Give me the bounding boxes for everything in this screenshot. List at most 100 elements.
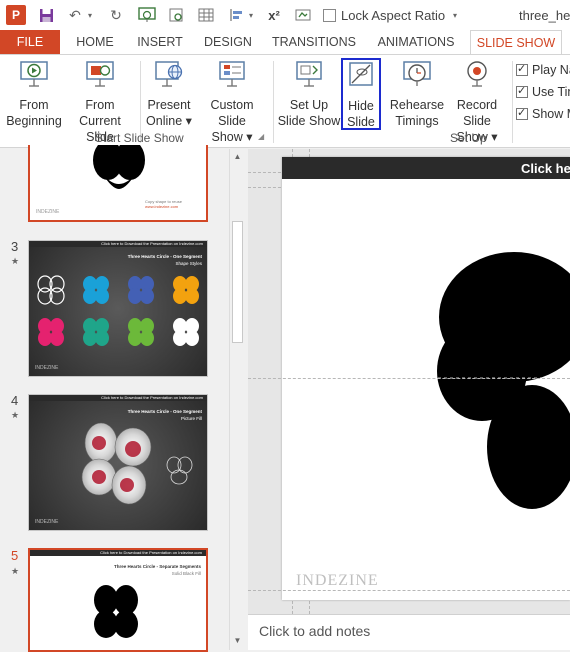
scroll-up-icon[interactable]: ▲ xyxy=(230,149,245,164)
checked-icon xyxy=(516,62,528,76)
clover-thumb-icon xyxy=(38,318,64,346)
slide-number: 4 xyxy=(11,393,19,408)
present-online-label-2: Online ▾ xyxy=(146,114,192,128)
rehearse-timings-label-2: Timings xyxy=(395,114,439,128)
set-up-slide-show-button[interactable]: Set Up Slide Show xyxy=(277,59,341,129)
set-up-label-1: Set Up xyxy=(289,98,329,112)
separator xyxy=(273,61,274,143)
clover-thumb-icon xyxy=(173,318,199,346)
save-icon[interactable] xyxy=(36,5,56,25)
custom-slide-show-label-1: Custom Slide xyxy=(210,98,254,128)
hide-slide-button[interactable]: Hide Slide xyxy=(341,58,381,130)
hide-slide-label-2: Slide xyxy=(347,115,375,129)
play-narrations-label: Play Na xyxy=(532,63,570,77)
from-current-label-1: From xyxy=(85,98,115,112)
svg-text:www.indezine.com: www.indezine.com xyxy=(145,204,179,209)
clover-shape-icon xyxy=(94,585,138,638)
align-dropdown-icon[interactable]: ▾ xyxy=(246,5,256,25)
open-icon[interactable] xyxy=(166,5,188,25)
clover-shape-icon: Copy shape to reuse www.indezine.com IND… xyxy=(36,145,183,215)
notes-pane[interactable]: Click to add notes xyxy=(248,614,570,650)
thumbnail-scrollbar[interactable]: ▲ ▼ xyxy=(229,149,244,650)
separator xyxy=(512,61,513,143)
present-online-icon xyxy=(155,61,183,87)
rehearse-timings-button[interactable]: Rehearse Timings xyxy=(389,59,445,129)
document-title: three_hea xyxy=(519,8,570,23)
superscript-icon[interactable]: x² xyxy=(264,5,284,25)
slide-thumbnail-5[interactable]: Click here to Download the Presentation … xyxy=(28,548,208,652)
from-beginning-label-1: From xyxy=(19,98,49,112)
clover-thumb-icon xyxy=(173,276,199,304)
from-beginning-icon xyxy=(20,61,48,87)
from-beginning-button[interactable]: From Beginning xyxy=(4,59,64,129)
play-narrations-checkbox[interactable]: Play Na xyxy=(516,62,570,77)
lock-aspect-ratio-checkbox[interactable] xyxy=(323,9,336,22)
undo-dropdown-icon[interactable]: ▾ xyxy=(84,5,96,25)
scrollbar-thumb[interactable] xyxy=(232,221,243,343)
tab-design[interactable]: DESIGN xyxy=(199,30,257,54)
clover-thumb-icon xyxy=(83,276,109,304)
slide-thumbnail-3[interactable]: Click here to Download the Presentation … xyxy=(28,240,208,377)
picture-fill-clover: INDEZINE xyxy=(35,422,193,525)
clover-thumb-icon xyxy=(128,276,154,304)
slide-thumbnail-pane: Copy shape to reuse www.indezine.com IND… xyxy=(0,145,245,652)
qat-customize-icon[interactable]: ▾ xyxy=(449,5,461,25)
slide-watermark: INDEZINE xyxy=(296,572,379,589)
animation-star-icon: ★ xyxy=(11,410,20,420)
svg-text:INDEZINE: INDEZINE xyxy=(35,519,59,525)
ribbon-tabs: FILE HOME INSERT DESIGN TRANSITIONS ANIM… xyxy=(0,30,570,54)
ribbon: From Beginning From Current Slide Presen… xyxy=(0,54,570,148)
tab-transitions[interactable]: TRANSITIONS xyxy=(270,30,358,54)
table-icon[interactable] xyxy=(196,5,216,25)
show-media-controls-checkbox[interactable]: Show M xyxy=(516,106,570,121)
powerpoint-logo-icon[interactable]: P xyxy=(6,5,26,25)
set-up-label-2: Slide Show xyxy=(277,114,341,128)
thumbnail-brand: INDEZINE xyxy=(35,365,59,371)
svg-text:INDEZINE: INDEZINE xyxy=(36,209,60,215)
slide-thumbnail-2[interactable]: Copy shape to reuse www.indezine.com IND… xyxy=(28,145,208,222)
clover-thumb-icon xyxy=(128,318,154,346)
group-label-set-up: Set Up xyxy=(450,131,487,145)
redo-icon[interactable]: ↻ xyxy=(107,5,125,25)
tab-slide-show[interactable]: SLIDE SHOW xyxy=(470,30,562,54)
present-online-button[interactable]: Present Online ▾ xyxy=(142,59,196,129)
title-bar: P ↶ ▾ ↻ ▾ x² Lock Aspect Ratio ▾ three_h… xyxy=(0,0,570,30)
tab-file[interactable]: FILE xyxy=(0,30,60,54)
slide-number: 5 xyxy=(11,548,19,563)
record-slide-show-label-1: Record Slide xyxy=(456,98,498,128)
scroll-down-icon[interactable]: ▼ xyxy=(230,633,245,648)
from-beginning-label-2: Beginning xyxy=(6,114,62,128)
clover-thumb-icon xyxy=(83,318,109,346)
notes-placeholder: Click to add notes xyxy=(259,623,371,639)
use-timings-checkbox[interactable]: Use Tin xyxy=(516,84,570,99)
from-current-slide-icon xyxy=(86,61,114,87)
guide-line xyxy=(248,590,570,591)
tab-insert[interactable]: INSERT xyxy=(130,30,190,54)
undo-icon[interactable]: ↶ xyxy=(66,5,84,25)
clover-thumb-icon xyxy=(37,275,65,305)
checked-icon xyxy=(516,106,528,120)
hide-slide-icon xyxy=(349,62,373,86)
clover-grid: INDEZINE xyxy=(35,275,199,371)
tab-home[interactable]: HOME xyxy=(68,30,122,54)
custom-slide-show-icon xyxy=(219,61,245,87)
show-media-controls-label: Show M xyxy=(532,107,570,121)
from-beginning-qat-icon[interactable] xyxy=(136,5,158,25)
checked-icon xyxy=(516,84,528,98)
group-label-start-slide-show: Start Slide Show xyxy=(95,131,184,145)
animation-star-icon: ★ xyxy=(11,256,20,266)
hide-slide-label-1: Hide xyxy=(348,99,374,113)
guide-line xyxy=(248,378,570,379)
slide-thumbnail-4[interactable]: Click here to Download the Presentation … xyxy=(28,394,208,531)
record-slide-show-icon xyxy=(467,61,487,87)
dialog-launcher-icon[interactable]: ◢ xyxy=(258,132,264,141)
use-timings-label: Use Tin xyxy=(532,85,570,99)
align-icon[interactable] xyxy=(226,5,248,25)
animation-star-icon: ★ xyxy=(11,566,20,576)
lock-aspect-ratio-label: Lock Aspect Ratio xyxy=(341,8,446,23)
rehearse-timings-label-1: Rehearse xyxy=(389,98,445,112)
slide-number: 3 xyxy=(11,239,19,254)
rehearse-timings-icon xyxy=(403,61,431,86)
convert-icon[interactable] xyxy=(293,5,313,25)
tab-animations[interactable]: ANIMATIONS xyxy=(371,30,461,54)
